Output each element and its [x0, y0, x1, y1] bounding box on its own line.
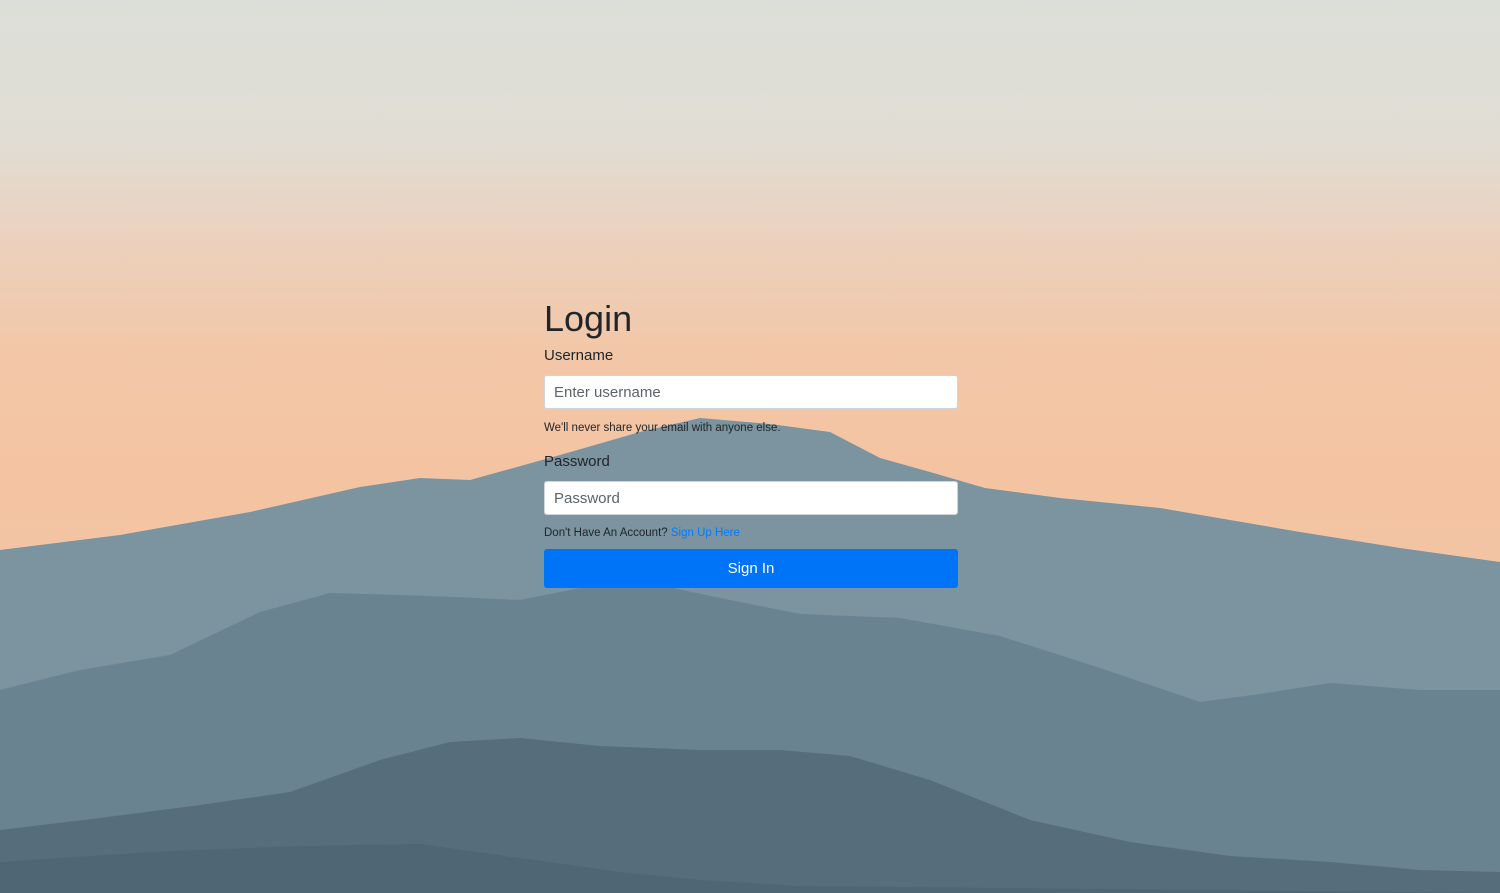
- signup-prompt-row: Don't Have An Account? Sign Up Here: [544, 525, 958, 541]
- password-input[interactable]: [544, 481, 958, 515]
- username-help-text: We'll never share your email with anyone…: [544, 422, 781, 434]
- login-page: Login Username We'll never share your em…: [0, 0, 1500, 893]
- username-input[interactable]: [544, 375, 958, 409]
- signup-prompt-text: Don't Have An Account?: [544, 527, 668, 539]
- login-form: Login Username We'll never share your em…: [544, 297, 958, 588]
- username-label: Username: [544, 347, 614, 364]
- signup-link[interactable]: Sign Up Here: [671, 527, 740, 539]
- sign-in-button[interactable]: Sign In: [544, 549, 958, 588]
- page-title: Login: [544, 298, 633, 339]
- password-label: Password: [544, 453, 610, 470]
